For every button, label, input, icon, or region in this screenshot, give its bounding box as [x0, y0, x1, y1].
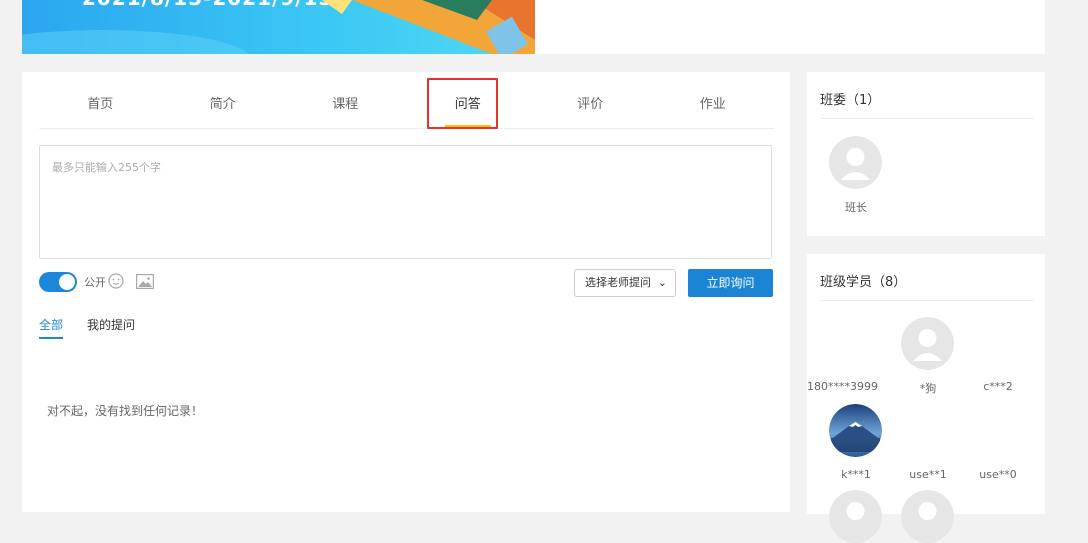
public-toggle[interactable] — [39, 272, 77, 292]
default-avatar-icon — [901, 490, 954, 543]
student-name: c***2 — [983, 380, 1013, 393]
student-name: k***1 — [841, 468, 871, 481]
avatar[interactable] — [829, 404, 882, 457]
default-avatar-icon — [901, 317, 954, 370]
divider — [820, 118, 1034, 119]
question-toolbar: 公开 选择老师提问 ⌄ 立即询问 — [39, 269, 774, 299]
students-title: 班级学员（8） — [820, 275, 907, 290]
committee-card: 班委（1） 班长 — [807, 72, 1045, 236]
tab-reviews[interactable]: 评价 — [529, 72, 652, 128]
emoji-icon[interactable] — [108, 273, 124, 289]
teacher-select[interactable]: 选择老师提问 ⌄ — [574, 269, 676, 297]
student-name: use**1 — [909, 468, 947, 481]
course-banner: 2021/8/15-2021/9/15 — [22, 0, 535, 54]
tab-homework[interactable]: 作业 — [652, 72, 775, 128]
chevron-down-icon: ⌄ — [657, 276, 667, 289]
filter-my-questions[interactable]: 我的提问 — [87, 316, 135, 333]
ask-now-button[interactable]: 立即询问 — [688, 269, 773, 297]
student-name: use**0 — [979, 468, 1017, 481]
toggle-knob — [59, 274, 75, 290]
avatar[interactable] — [829, 136, 882, 189]
avatar[interactable] — [829, 490, 882, 543]
student-name: 180****3999 — [807, 380, 878, 393]
students-card: 班级学员（8） 180****3999 *狗 c***2 k***1 use**… — [807, 254, 1045, 543]
mountain-photo-avatar-icon — [829, 404, 882, 457]
student-name: *狗 — [919, 382, 937, 395]
default-avatar-icon — [829, 136, 882, 189]
tab-home[interactable]: 首页 — [39, 72, 162, 128]
public-label: 公开 — [84, 276, 106, 289]
question-input[interactable]: 最多只能输入255个字 — [39, 145, 772, 259]
empty-message: 对不起，没有找到任何记录！ — [47, 404, 204, 418]
pencil-illustration-icon — [22, 0, 535, 54]
avatar[interactable] — [901, 317, 954, 370]
default-avatar-icon — [829, 490, 882, 543]
course-tabs: 首页 简介 课程 问答 评价 作业 — [39, 72, 774, 129]
tab-courses[interactable]: 课程 — [284, 72, 407, 128]
tab-intro[interactable]: 简介 — [162, 72, 285, 128]
member-name: 班长 — [845, 201, 867, 214]
filter-all[interactable]: 全部 — [39, 316, 64, 339]
committee-title: 班委（1） — [820, 93, 881, 108]
highlight-box — [427, 78, 498, 129]
avatar[interactable] — [901, 490, 954, 543]
qa-panel: 首页 简介 课程 问答 评价 作业 最多只能输入255个字 公开 选择老师提问 … — [22, 72, 790, 512]
divider — [820, 300, 1034, 301]
image-upload-icon[interactable] — [136, 274, 154, 289]
